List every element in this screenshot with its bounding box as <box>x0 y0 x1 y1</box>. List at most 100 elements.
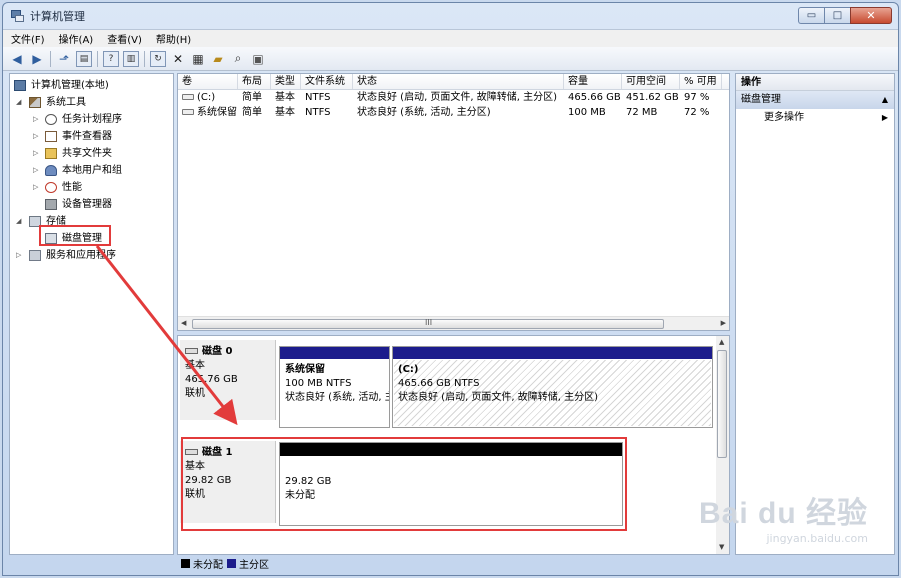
services-icon <box>29 250 41 261</box>
collapsed-arrow-icon[interactable]: ▷ <box>33 128 38 145</box>
disk-type: 基本 <box>185 360 205 371</box>
volume-icon <box>182 94 194 100</box>
performance-icon <box>45 182 57 193</box>
column-percent-free[interactable]: % 可用 <box>680 74 722 89</box>
expanded-arrow-icon[interactable]: ◢ <box>16 213 21 230</box>
tree-item-task-scheduler[interactable]: ▷ 任务计划程序 <box>10 111 173 128</box>
tree-item-services-applications[interactable]: ▷ 服务和应用程序 <box>10 247 173 264</box>
menu-action[interactable]: 操作(A) <box>59 31 94 46</box>
delete-icon[interactable]: ✕ <box>170 51 186 67</box>
computer-management-icon <box>11 9 25 23</box>
column-type[interactable]: 类型 <box>271 74 301 89</box>
more-actions-label: 更多操作 <box>764 112 804 123</box>
help-icon[interactable]: ? <box>103 50 119 67</box>
toolbar-separator <box>97 50 98 67</box>
toolbar: ◀ ▶ ⬏ ▤ ? ▥ ↻ ✕ ▦ ▰ ⌕ ▣ <box>3 47 898 71</box>
horizontal-scrollbar[interactable]: ◀ III ▶ <box>178 316 729 330</box>
forward-icon[interactable]: ▶ <box>29 51 45 67</box>
volume-list-header: 卷 布局 类型 文件系统 状态 容量 可用空间 % 可用 <box>178 74 729 90</box>
shared-folder-icon <box>45 148 57 159</box>
column-status[interactable]: 状态 <box>353 74 564 89</box>
tree-item-label: 服务和应用程序 <box>46 250 116 261</box>
column-file-system[interactable]: 文件系统 <box>301 74 353 89</box>
back-icon[interactable]: ◀ <box>9 51 25 67</box>
up-folder-icon[interactable]: ⬏ <box>56 51 72 67</box>
title-bar[interactable]: 计算机管理 ▭ □ ✕ <box>3 3 898 29</box>
tree-item-label: 本地用户和组 <box>62 165 122 176</box>
show-hide-action-pane-icon[interactable]: ▥ <box>123 50 139 67</box>
tree-item-device-manager[interactable]: 设备管理器 <box>10 196 173 213</box>
column-free-space[interactable]: 可用空间 <box>622 74 680 89</box>
minimize-button[interactable]: ▭ <box>798 7 824 24</box>
tree-item-shared-folders[interactable]: ▷ 共享文件夹 <box>10 145 173 162</box>
table-row[interactable]: 系统保留 简单 基本 NTFS 状态良好 (系统, 活动, 主分区) 100 M… <box>178 105 729 120</box>
window-title: 计算机管理 <box>30 10 85 23</box>
tree-item-label: 任务计划程序 <box>62 114 122 125</box>
actions-pane: 操作 磁盘管理 ▲ 更多操作 ▶ <box>735 73 895 555</box>
scroll-right-icon[interactable]: ▶ <box>721 319 726 327</box>
disk-properties-icon[interactable]: ▣ <box>250 51 266 67</box>
table-row[interactable]: (C:) 简单 基本 NTFS 状态良好 (启动, 页面文件, 故障转储, 主分… <box>178 90 729 105</box>
file-system-cell: NTFS <box>305 107 331 118</box>
partition-c-drive[interactable]: (C:) 465.66 GB NTFS 状态良好 (启动, 页面文件, 故障转储… <box>392 346 713 428</box>
collapsed-arrow-icon[interactable]: ▷ <box>16 247 21 264</box>
column-layout[interactable]: 布局 <box>238 74 271 89</box>
percent-free-cell: 97 % <box>684 92 710 103</box>
properties-icon[interactable]: ▦ <box>190 51 206 67</box>
layout-cell: 简单 <box>242 92 262 103</box>
collapsed-arrow-icon[interactable]: ▷ <box>33 145 38 162</box>
volume-name: 系统保留 <box>197 107 237 118</box>
unallocated-swatch <box>181 558 190 568</box>
file-system-cell: NTFS <box>305 92 331 103</box>
close-button[interactable]: ✕ <box>850 7 892 24</box>
tree-item-performance[interactable]: ▷ 性能 <box>10 179 173 196</box>
refresh-icon[interactable]: ↻ <box>150 50 166 67</box>
collapsed-arrow-icon[interactable]: ▷ <box>33 162 38 179</box>
collapsed-arrow-icon[interactable]: ▷ <box>33 179 38 196</box>
partition-size: 100 MB NTFS <box>285 378 352 389</box>
disk-legend: 未分配 主分区 <box>177 556 269 571</box>
menu-view[interactable]: 查看(V) <box>107 31 142 46</box>
expanded-arrow-icon[interactable]: ◢ <box>16 94 21 111</box>
collapse-up-icon[interactable]: ▲ <box>882 91 888 109</box>
capacity-cell: 100 MB <box>568 107 606 118</box>
tree-item-label: 共享文件夹 <box>62 148 112 159</box>
show-hide-tree-icon[interactable]: ▤ <box>76 50 92 67</box>
disk-icon <box>185 348 198 354</box>
free-space-cell: 451.62 GB <box>626 92 679 103</box>
open-folder-icon[interactable]: ▰ <box>210 51 226 67</box>
search-icon[interactable]: ⌕ <box>230 51 246 67</box>
tree-item-computer-management[interactable]: 计算机管理(本地) <box>10 77 173 94</box>
scroll-up-icon[interactable]: ▲ <box>719 338 724 346</box>
percent-free-cell: 72 % <box>684 107 710 118</box>
scroll-left-icon[interactable]: ◀ <box>181 319 186 327</box>
disk-1-highlight <box>181 437 627 531</box>
column-capacity[interactable]: 容量 <box>564 74 622 89</box>
menu-help[interactable]: 帮助(H) <box>156 31 191 46</box>
menu-bar: 文件(F) 操作(A) 查看(V) 帮助(H) <box>3 29 898 47</box>
partition-name: 系统保留 <box>285 364 325 375</box>
volume-list: 卷 布局 类型 文件系统 状态 容量 可用空间 % 可用 (C:) 简单 基本 … <box>177 73 730 331</box>
tree-item-label: 性能 <box>62 182 82 193</box>
menu-file[interactable]: 文件(F) <box>11 31 45 46</box>
free-space-cell: 72 MB <box>626 107 658 118</box>
partition-system-reserved[interactable]: 系统保留 100 MB NTFS 状态良好 (系统, 活动, 主分区) <box>279 346 390 428</box>
volume-name: (C:) <box>197 92 216 103</box>
disk-0-label[interactable]: 磁盘 0 基本 465.76 GB 联机 <box>180 340 276 420</box>
toolbar-separator <box>50 50 51 67</box>
type-cell: 基本 <box>275 107 295 118</box>
column-volume[interactable]: 卷 <box>178 74 238 89</box>
tree-item-system-tools[interactable]: ◢ 系统工具 <box>10 94 173 111</box>
type-cell: 基本 <box>275 92 295 103</box>
legend-primary-label: 主分区 <box>239 559 269 571</box>
scrollbar-thumb[interactable] <box>717 350 727 458</box>
status-cell: 状态良好 (系统, 活动, 主分区) <box>357 107 491 118</box>
more-actions-item[interactable]: 更多操作 ▶ <box>736 109 894 127</box>
tree-item-local-users[interactable]: ▷ 本地用户和组 <box>10 162 173 179</box>
scrollbar-thumb[interactable]: III <box>192 318 664 329</box>
actions-section-disk-management[interactable]: 磁盘管理 ▲ <box>736 91 894 109</box>
collapsed-arrow-icon[interactable]: ▷ <box>33 111 38 128</box>
maximize-button[interactable]: □ <box>824 7 850 24</box>
disk-map: 磁盘 0 基本 465.76 GB 联机 系统保留 100 MB NTFS 状态… <box>177 335 730 555</box>
tree-item-event-viewer[interactable]: ▷ 事件查看器 <box>10 128 173 145</box>
